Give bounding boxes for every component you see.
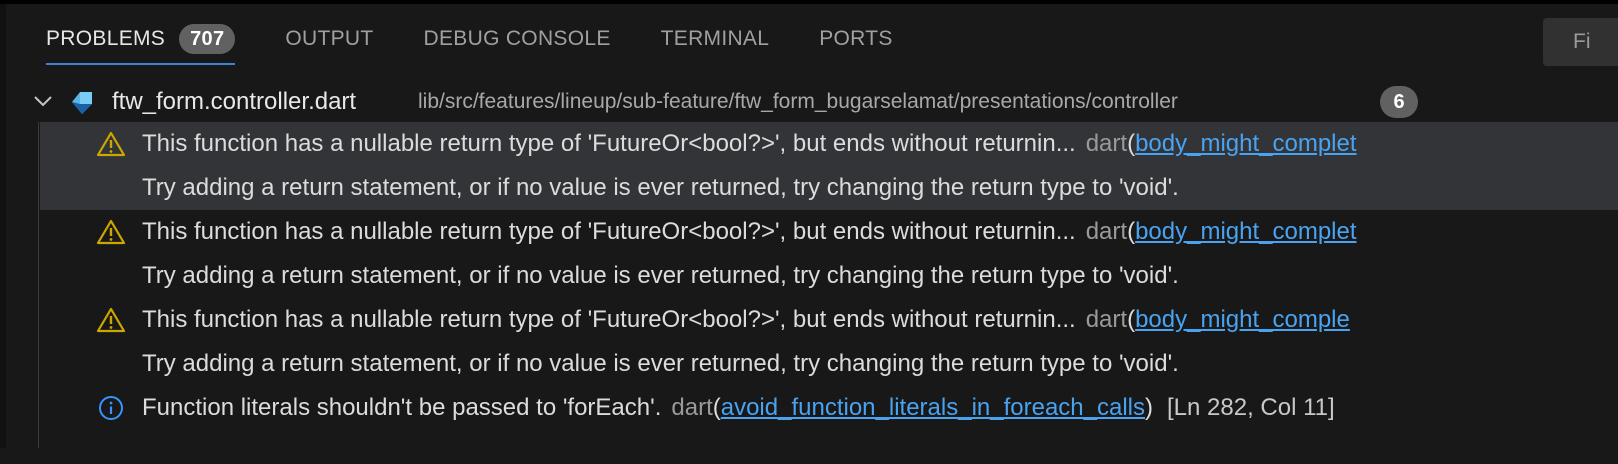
problem-code-open: ( xyxy=(1127,306,1136,333)
warning-icon xyxy=(96,131,126,157)
tab-output-label: OUTPUT xyxy=(285,27,374,50)
problem-detail-row[interactable]: Try adding a return statement, or if no … xyxy=(0,342,1618,386)
chevron-down-icon[interactable] xyxy=(32,90,54,112)
problem-code-link[interactable]: body_might_comple xyxy=(1135,306,1350,333)
problems-count-badge: 707 xyxy=(179,24,236,54)
problem-message: This function has a nullable return type… xyxy=(142,130,1076,157)
info-icon xyxy=(99,396,123,420)
problem-code-open: ( xyxy=(712,394,721,421)
tab-output[interactable]: OUTPUT xyxy=(285,18,373,60)
warning-icon xyxy=(96,219,126,245)
tab-debug-console[interactable]: DEBUG CONSOLE xyxy=(424,18,611,60)
problem-location: [Ln 282, Col 11] xyxy=(1167,394,1335,421)
panel-bottom-area xyxy=(0,448,1618,464)
problems-panel: PROBLEMS 707 OUTPUT DEBUG CONSOLE TERMIN… xyxy=(0,0,1618,464)
problem-source: dart xyxy=(671,394,713,421)
problem-code-close: ) xyxy=(1145,394,1153,421)
problem-item[interactable]: This function has a nullable return type… xyxy=(0,122,1618,166)
problem-message-line: This function has a nullable return type… xyxy=(142,306,1350,334)
problem-code-link[interactable]: body_might_complet xyxy=(1135,218,1356,245)
problem-code-open: ( xyxy=(1127,130,1136,157)
problem-source: dart xyxy=(1085,130,1128,157)
panel-tab-bar: PROBLEMS 707 OUTPUT DEBUG CONSOLE TERMIN… xyxy=(46,18,943,66)
warning-icon xyxy=(96,307,126,333)
filter-input-text: Fi xyxy=(1573,30,1591,53)
tab-terminal[interactable]: TERMINAL xyxy=(661,18,770,60)
problem-detail-row[interactable]: Try adding a return statement, or if no … xyxy=(0,254,1618,298)
tab-problems-label: PROBLEMS xyxy=(46,27,166,50)
problem-item[interactable]: This function has a nullable return type… xyxy=(0,298,1618,342)
tab-ports-label: PORTS xyxy=(819,27,893,50)
problem-code-open: ( xyxy=(1127,218,1136,245)
problem-detail: Try adding a return statement, or if no … xyxy=(142,262,1179,289)
problem-source: dart xyxy=(1085,218,1128,245)
problem-message: Function literals shouldn't be passed to… xyxy=(142,394,662,421)
file-problem-count-badge: 6 xyxy=(1380,86,1418,118)
problem-item[interactable]: Function literals shouldn't be passed to… xyxy=(0,386,1618,430)
file-path: lib/src/features/lineup/sub-feature/ftw_… xyxy=(418,90,1178,113)
problem-detail: Try adding a return statement, or if no … xyxy=(142,350,1179,377)
file-group-row[interactable]: ftw_form.controller.dart lib/src/feature… xyxy=(0,80,1618,122)
problem-message: This function has a nullable return type… xyxy=(142,218,1076,245)
filter-input[interactable]: Fi xyxy=(1543,18,1618,66)
problem-message: This function has a nullable return type… xyxy=(142,306,1076,333)
file-name: ftw_form.controller.dart xyxy=(112,88,357,115)
tab-ports[interactable]: PORTS xyxy=(819,18,892,60)
tab-terminal-label: TERMINAL xyxy=(660,27,770,50)
tab-debug-console-label: DEBUG CONSOLE xyxy=(423,27,611,50)
problem-code-link[interactable]: body_might_complet xyxy=(1135,130,1356,157)
problem-detail: Try adding a return statement, or if no … xyxy=(142,174,1179,201)
problem-message-line: This function has a nullable return type… xyxy=(142,130,1357,158)
dart-file-icon xyxy=(72,92,92,114)
problem-code-link[interactable]: avoid_function_literals_in_foreach_calls xyxy=(721,394,1145,421)
problem-detail-row[interactable]: Try adding a return statement, or if no … xyxy=(0,166,1618,210)
problem-message-line: This function has a nullable return type… xyxy=(142,218,1357,246)
problem-source: dart xyxy=(1085,306,1128,333)
problem-item[interactable]: This function has a nullable return type… xyxy=(0,210,1618,254)
tab-problems[interactable]: PROBLEMS 707 xyxy=(46,18,236,65)
problem-message-line: Function literals shouldn't be passed to… xyxy=(142,394,1335,422)
